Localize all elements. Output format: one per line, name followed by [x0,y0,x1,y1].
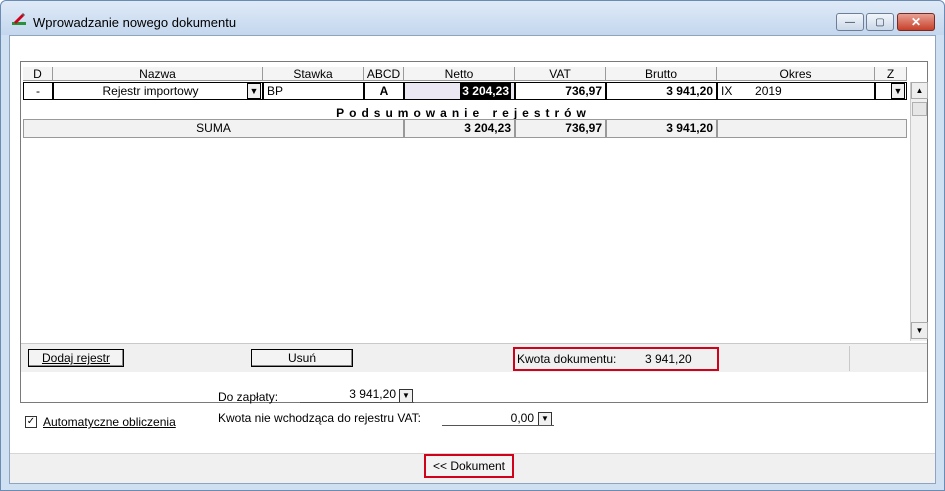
auto-calc-label[interactable]: Automatyczne obliczenia [43,415,176,429]
sum-empty [717,119,907,138]
kwota-nie-label: Kwota nie wchodząca do rejestru VAT: [218,411,421,425]
sum-vat: 736,97 [515,119,606,138]
maximize-button[interactable]: ▢ [866,13,894,31]
panel-bottom-bar: Dodaj rejestr Usuń Kwota dokumentu: 3 94… [21,343,927,372]
close-button[interactable]: ✕ [897,13,935,31]
minimize-icon: — [845,16,855,28]
cell-brutto[interactable]: 3 941,20 [606,82,717,100]
header-netto: Netto [404,67,515,81]
main-window: Wprowadzanie nowego dokumentu — ▢ ✕ D Na… [0,0,945,491]
do-zaplaty-value[interactable]: 3 941,20 [310,387,396,401]
header-brutto: Brutto [606,67,717,81]
document-amount-value: 3 941,20 [645,352,692,366]
netto-selected-value: 3 204,23 [460,83,511,99]
remove-button[interactable]: Usuń [251,349,353,367]
bar-divider [849,346,850,371]
add-register-label: Dodaj rejestr [41,351,111,365]
document-amount-box: Kwota dokumentu: 3 941,20 [513,347,719,371]
registers-panel: D Nazwa Stawka ABCD Netto VAT Brutto Okr… [20,61,928,403]
auto-calc-checkbox[interactable]: ✓ [25,416,37,428]
pen-icon [12,13,26,25]
document-back-button[interactable]: << Dokument [424,454,514,478]
summary-title: Podsumowanie rejestrów [336,106,591,120]
maximize-icon: ▢ [875,16,885,28]
kwota-nie-underline [442,425,554,426]
sum-netto: 3 204,23 [404,119,515,138]
title-bar[interactable]: Wprowadzanie nowego dokumentu — ▢ ✕ [1,1,944,35]
kwota-nie-dropdown-icon[interactable]: ▼ [538,412,552,426]
do-zaplaty-label: Do zapłaty: [218,390,279,404]
sum-brutto: 3 941,20 [606,119,717,138]
cell-stawka[interactable]: BP [263,82,364,100]
okres-year: 2019 [755,84,782,98]
header-okres: Okres [717,67,875,81]
cell-vat[interactable]: 736,97 [515,82,606,100]
document-amount-label: Kwota dokumentu: [517,352,617,366]
header-d: D [23,67,53,81]
cell-netto[interactable]: 3 204,23 [404,82,515,100]
header-vat: VAT [515,67,606,81]
nazwa-dropdown-icon[interactable]: ▼ [247,83,261,99]
vertical-scrollbar[interactable]: ▲ ▼ [910,82,928,341]
cell-d[interactable]: - [23,82,53,100]
okres-dropdown-icon[interactable]: ▼ [891,83,905,99]
sum-label: SUMA [23,119,404,138]
scroll-thumb[interactable] [912,102,927,116]
minimize-button[interactable]: — [836,13,864,31]
kwota-nie-value[interactable]: 0,00 [450,411,534,425]
cell-nazwa[interactable]: Rejestr importowy [53,82,263,100]
window-title: Wprowadzanie nowego dokumentu [33,15,237,30]
scroll-up-icon[interactable]: ▲ [911,82,928,99]
header-nazwa: Nazwa [53,67,263,81]
okres-month: IX [721,84,733,98]
header-abcd: ABCD [364,67,404,81]
cell-okres[interactable]: IX 2019 [717,82,875,100]
do-zaplaty-underline [300,402,414,403]
close-icon: ✕ [910,15,922,29]
header-z: Z [875,67,907,81]
scroll-down-icon[interactable]: ▼ [911,322,928,339]
header-stawka: Stawka [263,67,364,81]
cell-abcd[interactable]: A [364,82,404,100]
do-zaplaty-dropdown-icon[interactable]: ▼ [399,389,413,403]
client-area: D Nazwa Stawka ABCD Netto VAT Brutto Okr… [9,35,936,484]
add-register-button[interactable]: Dodaj rejestr [28,349,124,367]
